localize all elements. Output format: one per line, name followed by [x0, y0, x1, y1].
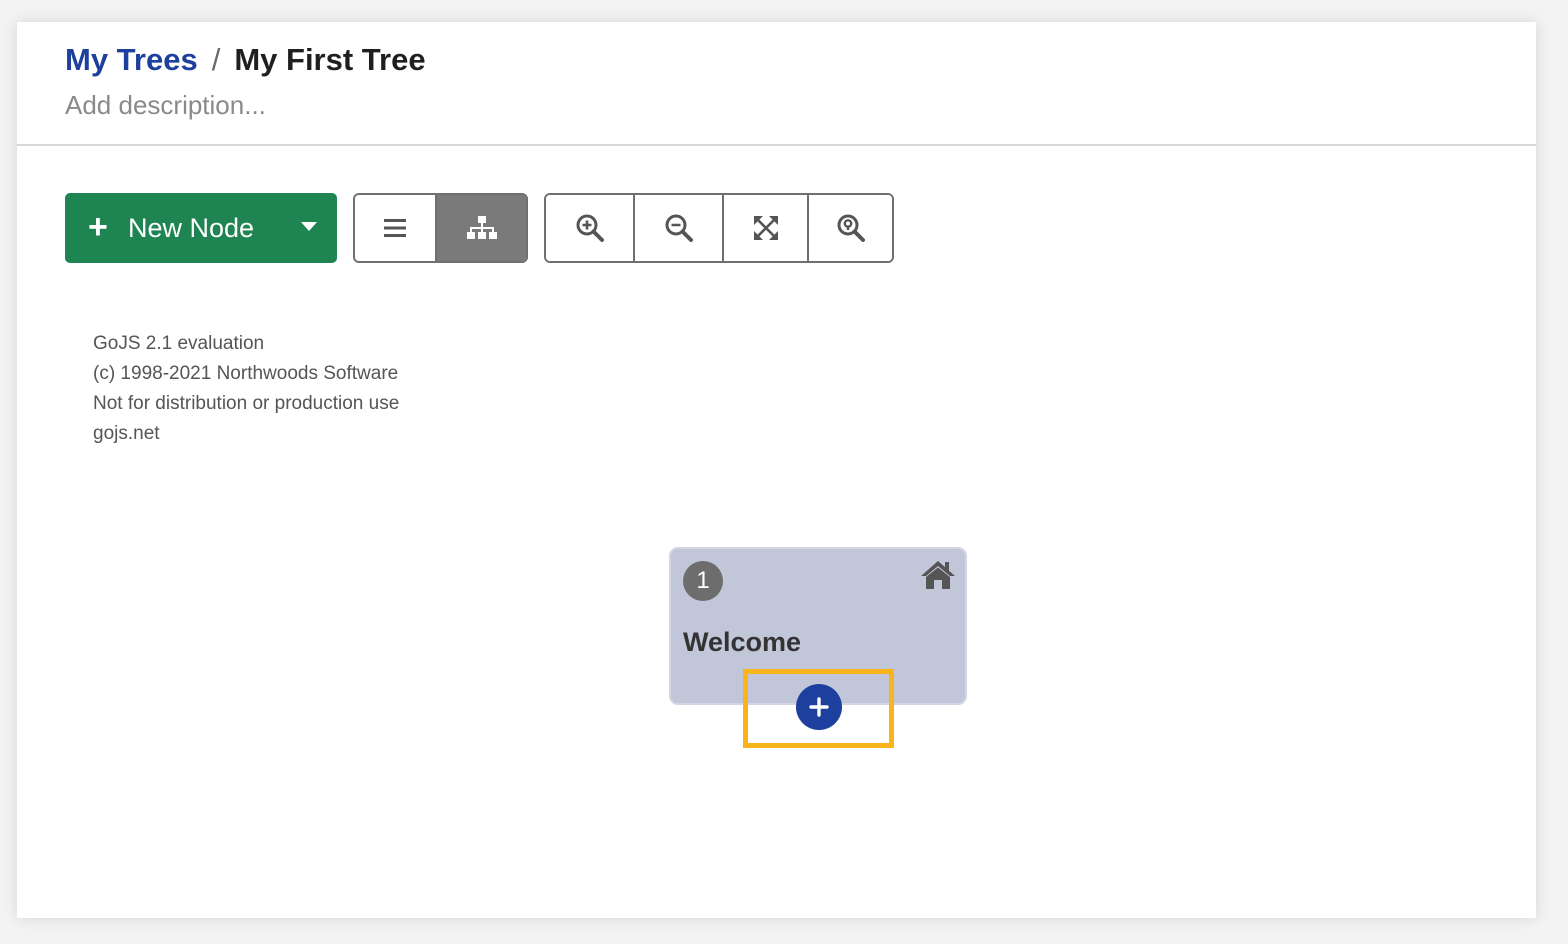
zoom-out-icon: [665, 214, 693, 242]
tree-node-welcome[interactable]: 1 Welcome: [669, 547, 967, 705]
node-number-badge: 1: [683, 561, 723, 601]
view-mode-toggle: [353, 193, 528, 263]
watermark-line: GoJS 2.1 evaluation: [93, 333, 265, 354]
watermark-line: (c) 1998-2021 Northwoods Software: [93, 363, 399, 384]
app-panel: My Trees / My First Tree Add description..…: [17, 22, 1536, 918]
list-view-button[interactable]: [355, 195, 437, 261]
tree-hierarchy-icon: [466, 216, 497, 239]
new-node-button[interactable]: + New Node: [65, 193, 337, 263]
tree-view-button[interactable]: [437, 195, 526, 261]
breadcrumb-separator: /: [211, 42, 221, 77]
node-title: Welcome: [683, 627, 802, 657]
breadcrumb-my-trees-link[interactable]: My Trees: [65, 42, 198, 77]
watermark-line: Not for distribution or production use: [93, 393, 400, 414]
gojs-watermark: GoJS 2.1 evaluation (c) 1998-2021 Northw…: [93, 329, 399, 449]
add-child-node-button[interactable]: [796, 684, 842, 730]
page-title[interactable]: My First Tree: [234, 42, 425, 77]
home-icon: [921, 561, 955, 589]
fit-to-screen-button[interactable]: [722, 195, 807, 261]
zoom-reset-button[interactable]: [807, 195, 892, 261]
watermark-line: gojs.net: [93, 423, 160, 444]
zoom-in-button[interactable]: [546, 195, 633, 261]
description-field[interactable]: Add description...: [65, 90, 266, 121]
zoom-reset-icon: [837, 214, 865, 242]
plus-circle-icon: [809, 697, 829, 717]
new-node-label: New Node: [128, 213, 255, 243]
zoom-in-icon: [576, 214, 604, 242]
page-header: My Trees / My First Tree Add description..…: [17, 22, 1536, 146]
breadcrumb: My Trees / My First Tree: [65, 42, 426, 78]
zoom-controls: [544, 193, 894, 263]
plus-icon: +: [88, 208, 108, 246]
zoom-out-button[interactable]: [633, 195, 722, 261]
caret-down-icon[interactable]: [301, 222, 317, 231]
fit-to-screen-icon: [753, 216, 778, 240]
list-icon: [384, 219, 406, 237]
